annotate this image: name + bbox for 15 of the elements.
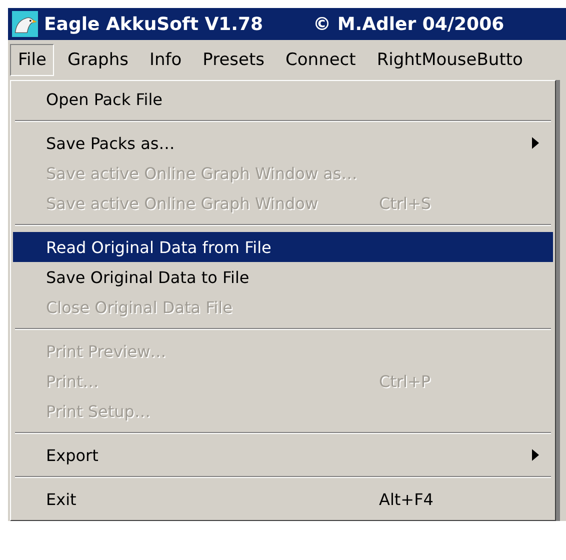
- menu-item[interactable]: RightMouseButto: [368, 44, 531, 76]
- window-title: Eagle AkkuSoft V1.78: [44, 14, 264, 34]
- menu-item[interactable]: Presets: [194, 44, 273, 76]
- menu-option[interactable]: Exit Alt+F4: [13, 484, 553, 514]
- menu-option[interactable]: Read Original Data from File: [13, 232, 553, 262]
- menu-option[interactable]: Save Packs as…: [13, 128, 553, 158]
- menu-option[interactable]: Open Pack File: [13, 84, 553, 114]
- eagle-icon: [12, 11, 38, 37]
- menu-item[interactable]: Connect: [278, 44, 364, 76]
- copyright-text: © M.Adler 04/2006: [313, 14, 504, 34]
- menu-option[interactable]: Save Original Data to File: [13, 262, 553, 292]
- menu-item[interactable]: Graphs: [59, 44, 136, 76]
- menu-option[interactable]: Export: [13, 440, 553, 470]
- menu-item[interactable]: Info: [141, 44, 190, 76]
- menu-item[interactable]: File: [10, 44, 54, 76]
